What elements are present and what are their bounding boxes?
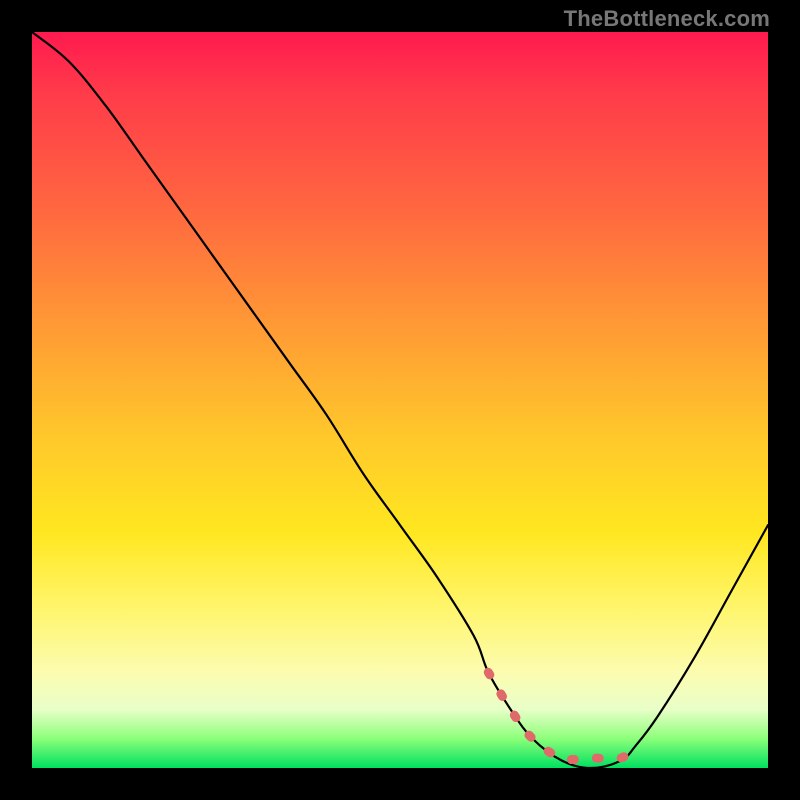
plot-area bbox=[32, 32, 768, 768]
outer-frame: TheBottleneck.com bbox=[0, 0, 800, 800]
optimal-range-marker bbox=[488, 672, 635, 759]
bottleneck-curve-line bbox=[32, 32, 768, 768]
attribution-text: TheBottleneck.com bbox=[564, 6, 770, 32]
chart-svg bbox=[32, 32, 768, 768]
